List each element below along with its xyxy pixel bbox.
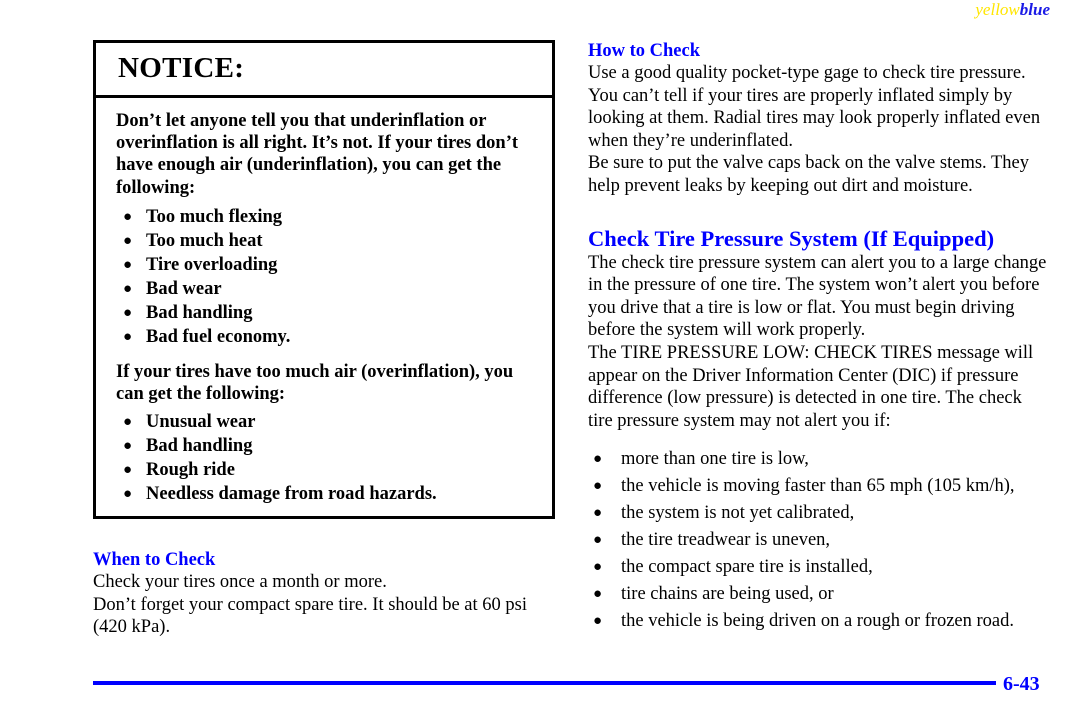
bullet-icon: ● (593, 586, 603, 603)
bullet-icon: ● (123, 232, 133, 249)
list-item: ● the vehicle is moving faster than 65 mp… (588, 475, 1048, 498)
bullet-icon: ● (123, 208, 133, 225)
list-item: ● the system is not yet calibrated, (588, 502, 1048, 525)
list-item: ● the compact spare tire is installed, (588, 556, 1048, 579)
left-column: NOTICE: Don’t let anyone tell you that u… (93, 40, 555, 639)
list-item-label: the compact spare tire is installed, (621, 557, 873, 578)
how-to-check-heading: How to Check (588, 41, 701, 61)
bullet-icon: ● (123, 304, 133, 321)
notice-box-body: Don’t let anyone tell you that underinfl… (96, 98, 552, 516)
check-tire-pressure-system-list: ● more than one tire is low, ● the vehicle… (588, 448, 1048, 633)
list-item-label: Needless damage from road hazards. (146, 484, 437, 505)
notice-list-overinflation: ● Unusual wear ● Bad handling ● Rough ride … (116, 410, 538, 506)
list-item: ● Needless damage from road hazards. (116, 482, 538, 506)
list-item-label: more than one tire is low, (621, 449, 809, 470)
list-item-label: Tire overloading (146, 254, 278, 275)
list-item: ● tire chains are being used, or (588, 583, 1048, 606)
right-column: How to Check Use a good quality pocket‐t… (588, 40, 1048, 637)
bullet-icon: ● (123, 256, 133, 273)
bullet-icon: ● (123, 486, 133, 503)
list-item: ● Bad wear (116, 277, 538, 301)
footer-rule (93, 681, 996, 685)
list-item-label: the vehicle is being driven on a rough o… (621, 611, 1014, 632)
bullet-icon: ● (123, 328, 133, 345)
list-item-label: tire chains are being used, or (621, 584, 834, 605)
list-item-label: Bad handling (146, 302, 253, 323)
bullet-icon: ● (593, 451, 603, 468)
notice-list-underinflation: ● Too much flexing ● Too much heat ● Tire o… (116, 205, 538, 349)
bullet-icon: ● (593, 613, 603, 630)
list-item-label: the system is not yet calibrated, (621, 503, 855, 524)
list-item: ● Bad handling (116, 301, 538, 325)
list-item-label: Bad handling (146, 436, 253, 457)
when-to-check-paragraph-2: Don’t forget your compact spare tire. It… (93, 594, 527, 638)
bullet-icon: ● (123, 414, 133, 431)
check-tire-pressure-system-heading: Check Tire Pressure System (If Equipped) (588, 225, 995, 251)
notice-paragraph-1: Don’t let anyone tell you that underinfl… (116, 111, 519, 198)
list-item: ● more than one tire is low, (588, 448, 1048, 471)
when-to-check-heading: When to Check (93, 550, 216, 571)
list-item-label: Too much heat (146, 230, 263, 251)
bullet-icon: ● (123, 462, 133, 479)
list-item: ● Bad handling (116, 434, 538, 458)
list-item: ● the vehicle is being driven on a rough … (588, 610, 1048, 633)
list-item: ● Too much heat (116, 229, 538, 253)
list-item-label: Too much flexing (146, 206, 283, 227)
when-to-check-paragraph-1: Check your tires once a month or more. (93, 572, 387, 593)
bullet-icon: ● (593, 505, 603, 522)
running-header-blue: blue (1019, 0, 1050, 19)
list-item: ● Unusual wear (116, 410, 538, 434)
bullet-icon: ● (593, 478, 603, 495)
list-item: ● Rough ride (116, 458, 538, 482)
page-footer: 6-43 (0, 672, 1080, 712)
bullet-icon: ● (593, 532, 603, 549)
list-item-label: the tire treadwear is uneven, (621, 530, 831, 551)
check-tire-pressure-system-paragraph-2: The TIRE PRESSURE LOW: CHECK TIRES messa… (588, 342, 1034, 431)
page-number: 6-43 (1003, 673, 1040, 695)
list-item: ● Tire overloading (116, 253, 538, 277)
list-item: ● Too much flexing (116, 205, 538, 229)
bullet-icon: ● (123, 280, 133, 297)
check-tire-pressure-system-paragraph-1: The check tire pressure system can alert… (588, 252, 1047, 341)
notice-box-header: NOTICE: (96, 43, 552, 98)
bullet-icon: ● (593, 559, 603, 576)
bullet-icon: ● (123, 438, 133, 455)
how-to-check-paragraph-1: Use a good quality pocket‐type gage to c… (588, 63, 1041, 151)
notice-box: NOTICE: Don’t let anyone tell you that u… (93, 40, 555, 520)
notice-heading: NOTICE: (118, 52, 245, 84)
notice-paragraph-2: If your tires have too much air (overinf… (116, 361, 514, 405)
list-item-label: Rough ride (146, 460, 235, 481)
list-item-label: the vehicle is moving faster than 65 mph… (621, 476, 1015, 497)
how-to-check-paragraph-2: Be sure to put the valve caps back on th… (588, 153, 1029, 196)
running-header: yellowblue (0, 0, 1050, 20)
list-item-label: Bad fuel economy. (146, 326, 291, 347)
list-item: ● the tire treadwear is uneven, (588, 529, 1048, 552)
list-item: ● Bad fuel economy. (116, 325, 538, 349)
list-item-label: Bad wear (146, 278, 222, 299)
list-item-label: Unusual wear (146, 412, 256, 433)
page-columns: NOTICE: Don’t let anyone tell you that u… (0, 40, 1080, 660)
running-header-yellow: yellow (975, 0, 1020, 19)
